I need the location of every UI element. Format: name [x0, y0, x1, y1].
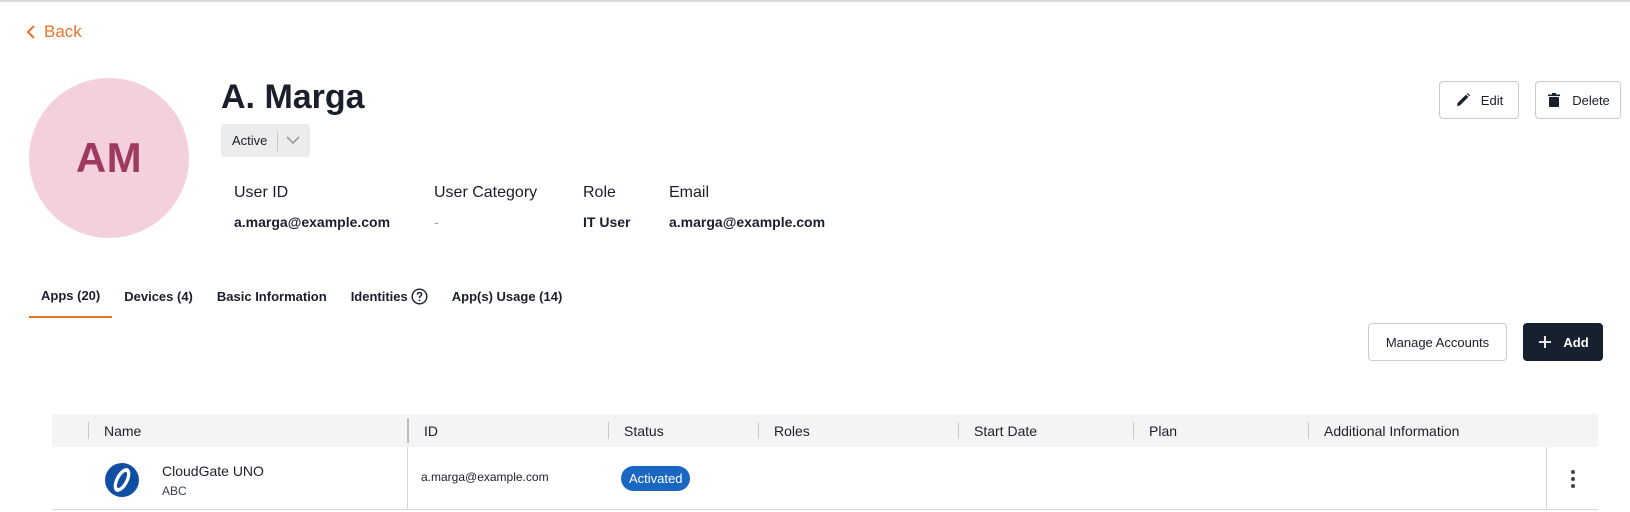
manage-accounts-label: Manage Accounts [1385, 334, 1490, 350]
help-circle-icon[interactable] [411, 287, 428, 305]
chevron-down-icon[interactable] [278, 136, 308, 145]
column-divider[interactable] [1133, 422, 1134, 439]
add-label: Add [1563, 334, 1589, 350]
tab-bar: Apps (20) Devices (4) Basic Information … [29, 274, 574, 318]
cloudgate-logo-icon [105, 463, 139, 497]
app-subtitle: ABC [162, 484, 187, 498]
frozen-column-divider [407, 447, 408, 510]
manage-accounts-button[interactable]: Manage Accounts [1368, 323, 1507, 361]
trash-icon [1548, 93, 1561, 107]
column-header-name[interactable]: Name [104, 414, 141, 447]
field-label: Role [583, 184, 616, 201]
apps-table: Name ID Status Roles Start Date Plan Add… [52, 414, 1598, 510]
field-role: Role IT User [583, 184, 630, 230]
avatar-initials: AM [75, 134, 143, 181]
column-header-id[interactable]: ID [424, 414, 438, 447]
edit-label: Edit [1480, 92, 1504, 108]
more-vertical-icon [1570, 469, 1575, 488]
field-user-category: User Category - [434, 184, 537, 230]
column-divider[interactable] [608, 422, 609, 439]
tab-apps[interactable]: Apps (20) [29, 274, 113, 318]
delete-button[interactable]: Delete [1535, 81, 1621, 119]
field-value: - [434, 214, 439, 230]
tab-app-usage[interactable]: App(s) Usage (14) [440, 274, 575, 318]
column-header-start-date[interactable]: Start Date [974, 414, 1037, 447]
status-dropdown[interactable]: Active [221, 124, 310, 157]
tab-label: Devices (4) [124, 288, 193, 304]
status-badge: Activated [621, 466, 691, 491]
table-row[interactable]: CloudGate UNO ABC a.marga@example.com Ac… [52, 447, 1598, 510]
avatar: AM [29, 78, 189, 238]
back-label: Back [44, 22, 82, 41]
tab-identities[interactable]: Identities [339, 274, 440, 318]
app-name: CloudGate UNO [162, 463, 264, 479]
field-label: User ID [234, 184, 289, 201]
tab-devices[interactable]: Devices (4) [112, 274, 205, 318]
cell-id: a.marga@example.com [421, 470, 549, 484]
tab-basic-information[interactable]: Basic Information [205, 274, 339, 318]
back-link[interactable]: Back [26, 22, 82, 42]
column-divider[interactable] [407, 418, 409, 443]
tab-label: App(s) Usage (14) [451, 288, 563, 304]
field-label: Email [669, 184, 710, 201]
column-divider[interactable] [88, 422, 89, 439]
plus-icon [1539, 336, 1552, 348]
tab-label: Identities [350, 288, 408, 304]
tab-label: Apps (20) [41, 287, 101, 303]
edit-button[interactable]: Edit [1439, 81, 1519, 119]
field-value: a.marga@example.com [234, 214, 391, 230]
column-header-roles[interactable]: Roles [774, 414, 810, 447]
column-header-additional-information[interactable]: Additional Information [1324, 414, 1459, 447]
status-value: Active [232, 133, 268, 148]
field-label: User Category [434, 184, 538, 201]
add-button[interactable]: Add [1523, 323, 1603, 361]
column-header-status[interactable]: Status [624, 414, 664, 447]
column-header-plan[interactable]: Plan [1149, 414, 1177, 447]
column-divider[interactable] [958, 422, 959, 439]
table-header: Name ID Status Roles Start Date Plan Add… [52, 414, 1598, 447]
field-value: a.marga@example.com [669, 214, 826, 230]
tab-label: Basic Information [216, 288, 327, 304]
top-divider [0, 0, 1630, 2]
pencil-icon [1456, 93, 1470, 106]
field-user-id: User ID a.marga@example.com [234, 184, 390, 230]
column-divider[interactable] [758, 422, 759, 439]
delete-label: Delete [1572, 92, 1610, 108]
chevron-left-icon [26, 25, 35, 39]
column-divider[interactable] [1308, 422, 1309, 439]
row-actions-menu[interactable] [1546, 447, 1598, 510]
page-title: A. Marga [221, 78, 365, 116]
field-value: IT User [583, 214, 631, 230]
field-email: Email a.marga@example.com [669, 184, 825, 230]
